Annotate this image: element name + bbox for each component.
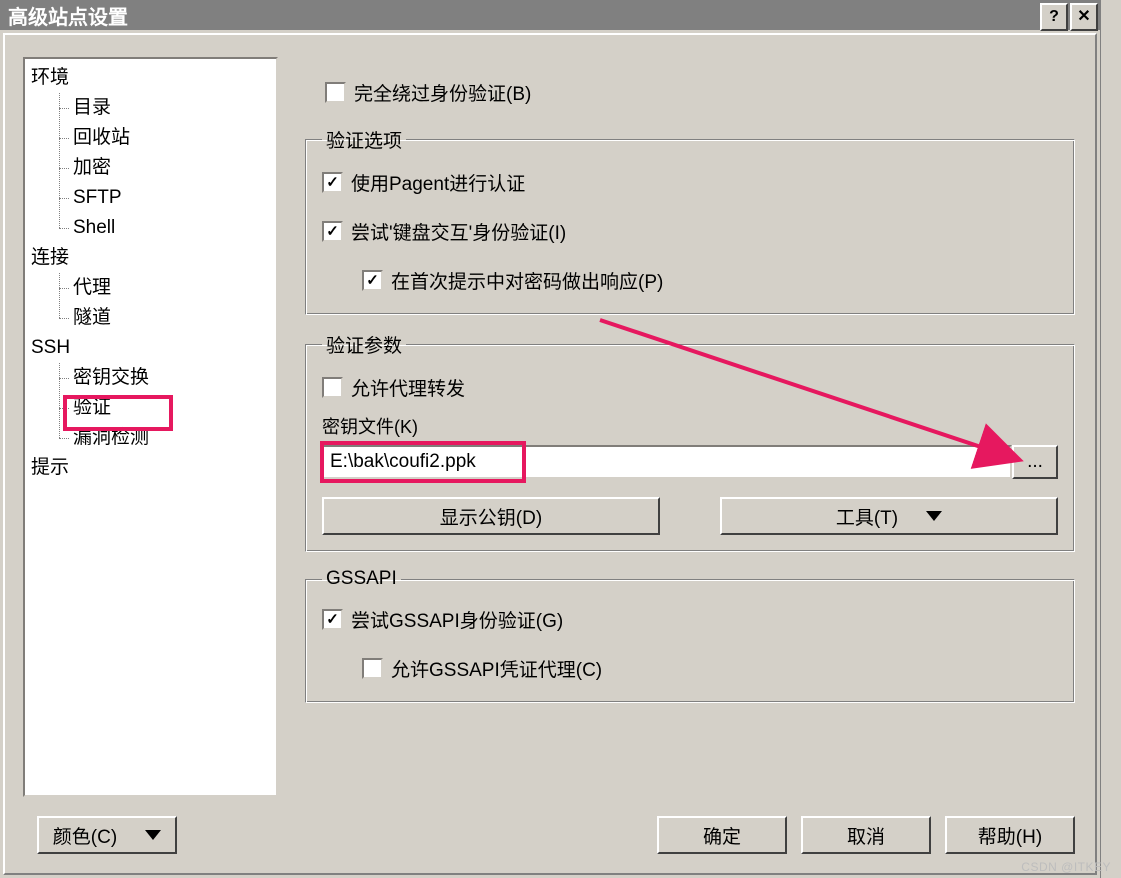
gssapi-delegation-label: 允许GSSAPI凭证代理(C) [391,655,602,682]
tree-item-authentication[interactable]: 验证 [31,393,270,423]
auth-options-legend: 验证选项 [322,126,406,153]
tree-item-directory[interactable]: 目录 [31,93,270,123]
ok-button[interactable]: 确定 [657,816,787,854]
checkbox-icon [322,172,343,193]
cancel-button[interactable]: 取消 [801,816,931,854]
respond-password-checkbox[interactable]: 在首次提示中对密码做出响应(P) [362,267,663,294]
tree-item-encrypt[interactable]: 加密 [31,153,270,183]
browse-button[interactable]: ... [1012,445,1058,479]
gssapi-auth-checkbox[interactable]: 尝试GSSAPI身份验证(G) [322,606,563,633]
titlebar: 高级站点设置 ? ✕ [0,0,1100,30]
tree-item-environment[interactable]: 环境 [31,63,270,93]
checkbox-icon [322,609,343,630]
tree-item-recycle[interactable]: 回收站 [31,123,270,153]
tree-item-hints[interactable]: 提示 [31,453,270,483]
auth-params-group: 验证参数 允许代理转发 密钥文件(K) ... 显示公钥(D) [305,331,1075,552]
content-pane: 完全绕过身份验证(B) 验证选项 使用Pagent进行认证 尝试'键盘交互'身份… [305,57,1075,793]
tree-item-tunnel[interactable]: 隧道 [31,303,270,333]
chevron-down-icon [145,830,161,840]
key-file-label: 密钥文件(K) [322,413,1058,439]
category-tree[interactable]: 环境 目录 回收站 加密 SFTP Shell 连接 代理 隧道 SSH 密钥交… [23,57,278,797]
advanced-site-settings-dialog: 高级站点设置 ? ✕ 环境 目录 回收站 加密 SFTP Shell 连接 代理 [0,0,1100,878]
watermark: CSDN @ITKEY [1021,860,1111,874]
tree-item-bugs[interactable]: 漏洞检测 [31,423,270,453]
key-file-input[interactable] [322,445,1012,479]
tree-item-ssh[interactable]: SSH [31,333,270,363]
checkbox-icon [322,377,343,398]
help-icon[interactable]: ? [1040,3,1068,31]
tools-button[interactable]: 工具(T) [720,497,1058,535]
bypass-auth-checkbox[interactable]: 完全绕过身份验证(B) [325,79,531,106]
show-pubkey-button[interactable]: 显示公钥(D) [322,497,660,535]
help-button[interactable]: 帮助(H) [945,816,1075,854]
auth-params-legend: 验证参数 [322,331,406,358]
pagent-checkbox[interactable]: 使用Pagent进行认证 [322,169,525,196]
client-area: 环境 目录 回收站 加密 SFTP Shell 连接 代理 隧道 SSH 密钥交… [3,33,1097,875]
gssapi-group: GSSAPI 尝试GSSAPI身份验证(G) 允许GSSAPI凭证代理(C) [305,568,1075,703]
checkbox-icon [362,270,383,291]
agent-forward-label: 允许代理转发 [351,374,465,401]
pagent-label: 使用Pagent进行认证 [351,169,525,196]
gssapi-auth-label: 尝试GSSAPI身份验证(G) [351,606,563,633]
footer: 颜色(C) 确定 取消 帮助(H) [23,815,1075,855]
kbd-interactive-label: 尝试'键盘交互'身份验证(I) [351,218,566,245]
respond-password-label: 在首次提示中对密码做出响应(P) [391,267,663,294]
window-title: 高级站点设置 [8,1,128,30]
agent-forward-checkbox[interactable]: 允许代理转发 [322,374,465,401]
color-button[interactable]: 颜色(C) [37,816,177,854]
tree-item-connection[interactable]: 连接 [31,243,270,273]
background-strip [1100,0,1121,878]
tree-item-shell[interactable]: Shell [31,213,270,243]
checkbox-icon [325,82,346,103]
gssapi-legend: GSSAPI [322,568,401,590]
close-icon[interactable]: ✕ [1070,3,1098,31]
checkbox-icon [362,658,383,679]
kbd-interactive-checkbox[interactable]: 尝试'键盘交互'身份验证(I) [322,218,566,245]
chevron-down-icon [926,511,942,521]
gssapi-delegation-checkbox[interactable]: 允许GSSAPI凭证代理(C) [362,655,602,682]
tree-item-keyexchange[interactable]: 密钥交换 [31,363,270,393]
bypass-auth-label: 完全绕过身份验证(B) [354,79,531,106]
tree-item-proxy[interactable]: 代理 [31,273,270,303]
auth-options-group: 验证选项 使用Pagent进行认证 尝试'键盘交互'身份验证(I) [305,126,1075,315]
tree-item-sftp[interactable]: SFTP [31,183,270,213]
checkbox-icon [322,221,343,242]
